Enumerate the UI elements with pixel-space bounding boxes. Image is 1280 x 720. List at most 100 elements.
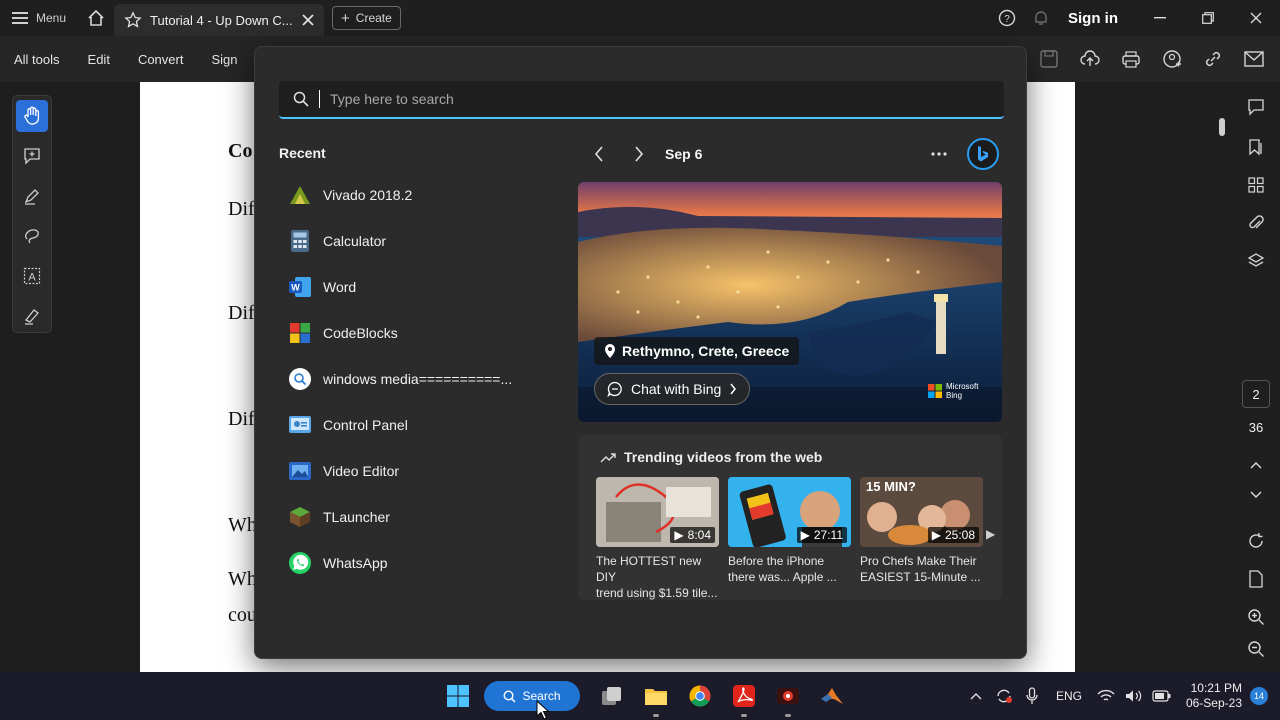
recent-item-web-search[interactable]: windows media==========... [279,356,549,402]
bookmark-icon[interactable] [1236,132,1276,162]
previous-arrow-icon[interactable] [579,139,619,169]
trending-title: Trending videos from the web [624,449,823,465]
menu-button[interactable]: Menu [0,0,78,36]
recent-item-label: Video Editor [323,463,400,479]
video-title-line: Pro Chefs Make Their [860,554,977,568]
star-icon[interactable] [124,11,142,29]
wifi-icon[interactable] [1092,672,1120,720]
recent-item-tlauncher[interactable]: TLauncher [279,494,549,540]
video-thumbnail: ▶ 27:11 [728,477,851,547]
draw-tool-button[interactable] [16,220,48,252]
attachment-icon[interactable] [1236,208,1276,238]
location-label[interactable]: Rethymno, Crete, Greece [594,337,800,365]
close-tab-icon[interactable] [302,14,314,26]
comments-icon[interactable] [1236,92,1276,122]
create-label: Create [355,11,392,25]
running-indicator [785,714,791,717]
word-icon: W [287,274,313,300]
page-fit-icon[interactable] [1236,564,1276,594]
file-explorer-button[interactable] [634,672,678,720]
acrobat-button[interactable] [722,672,766,720]
home-button[interactable] [78,0,114,36]
sign-menu[interactable]: Sign [197,52,251,67]
recent-item-video-editor[interactable]: Video Editor [279,448,549,494]
close-window-button[interactable] [1232,0,1280,36]
clock-date: 06-Sep-23 [1185,696,1242,710]
layers-icon[interactable] [1236,246,1276,276]
zoom-in-icon[interactable] [1236,602,1276,632]
video-title-line: Before the iPhone [728,554,825,568]
bell-icon[interactable] [1024,0,1058,36]
matlab-button[interactable] [810,672,854,720]
highlight-image-card[interactable]: Rethymno, Crete, Greece Chat with Bing M… [578,182,1002,422]
tab-document[interactable]: Tutorial 4 - Up Down C... [114,4,325,36]
microphone-icon[interactable] [1018,672,1046,720]
text-tool-button[interactable]: A [16,260,48,292]
recent-item-word[interactable]: W Word [279,264,549,310]
recent-item-control-panel[interactable]: Control Panel [279,402,549,448]
sign-tool-button[interactable] [16,300,48,332]
doc-text-fragment: Wh [228,568,257,590]
bing-icon[interactable] [967,138,999,170]
scroll-right-icon[interactable]: ▶ [986,527,995,541]
video-duration: ▶ 25:08 [927,527,979,543]
recent-item-codeblocks[interactable]: CodeBlocks [279,310,549,356]
battery-icon[interactable] [1148,672,1176,720]
chat-with-bing-button[interactable]: Chat with Bing [594,373,751,405]
more-options-icon[interactable] [921,139,957,169]
search-box[interactable] [279,81,1004,119]
highlight-tool-button[interactable] [16,180,48,212]
share-user-icon[interactable] [1151,36,1192,82]
sync-icon[interactable] [990,672,1018,720]
location-text: Rethymno, Crete, Greece [622,343,790,359]
page-down-icon[interactable] [1236,480,1276,510]
current-page[interactable]: 2 [1242,380,1270,408]
start-button[interactable] [436,672,480,720]
hand-tool-button[interactable] [16,100,48,132]
edit-menu[interactable]: Edit [74,52,124,67]
create-button[interactable]: + Create [332,6,401,30]
chrome-button[interactable] [678,672,722,720]
link-icon[interactable] [1192,36,1233,82]
task-view-button[interactable] [590,672,634,720]
help-icon[interactable]: ? [990,0,1024,36]
email-icon[interactable] [1233,36,1274,82]
volume-icon[interactable] [1120,672,1148,720]
total-pages: 36 [1248,419,1264,435]
matlab-icon [821,688,843,704]
scrollbar-thumb[interactable] [1219,118,1225,136]
doc-text-fragment: Dif [228,198,255,220]
restore-button[interactable] [1184,0,1232,36]
language-indicator[interactable]: ENG [1046,689,1092,703]
notification-badge[interactable]: 14 [1250,687,1268,705]
print-icon[interactable] [1110,36,1151,82]
page-up-icon[interactable] [1236,450,1276,480]
recent-item-vivado[interactable]: Vivado 2018.2 [279,172,549,218]
convert-menu[interactable]: Convert [124,52,198,67]
add-comment-button[interactable] [16,140,48,172]
recent-item-whatsapp[interactable]: WhatsApp [279,540,549,586]
recent-item-label: TLauncher [323,509,390,525]
recent-item-label: Word [323,279,357,295]
save-icon[interactable] [1028,36,1069,82]
screen-recorder-button[interactable] [766,672,810,720]
search-input[interactable] [330,91,990,107]
video-title-line: EASIEST 15-Minute ... [860,570,981,584]
show-hidden-icons-icon[interactable] [962,672,990,720]
video-item[interactable]: 15 MIN? ▶ 25:08 Pro Chefs Make Their EASIE… [860,477,983,585]
taskbar-search-button[interactable]: Search [484,681,580,711]
recent-item-calculator[interactable]: Calculator [279,218,549,264]
rotate-icon[interactable] [1236,526,1276,556]
next-arrow-icon[interactable] [619,139,659,169]
all-tools-menu[interactable]: All tools [0,52,74,67]
zoom-out-icon[interactable] [1236,634,1276,664]
clock[interactable]: 10:21 PM 06-Sep-23 [1176,681,1250,711]
video-item[interactable]: ▶ 8:04 The HOTTEST new DIY trend using $1.… [596,477,719,601]
thumbnails-icon[interactable] [1236,170,1276,200]
video-item[interactable]: ▶ 27:11 Before the iPhone there was... App… [728,477,851,585]
clock-time: 10:21 PM [1190,681,1242,695]
cloud-upload-icon[interactable] [1069,36,1110,82]
sign-in-button[interactable]: Sign in [1058,10,1136,27]
minimize-button[interactable] [1136,0,1184,36]
video-title-line: trend using $1.59 tile... [596,586,718,600]
